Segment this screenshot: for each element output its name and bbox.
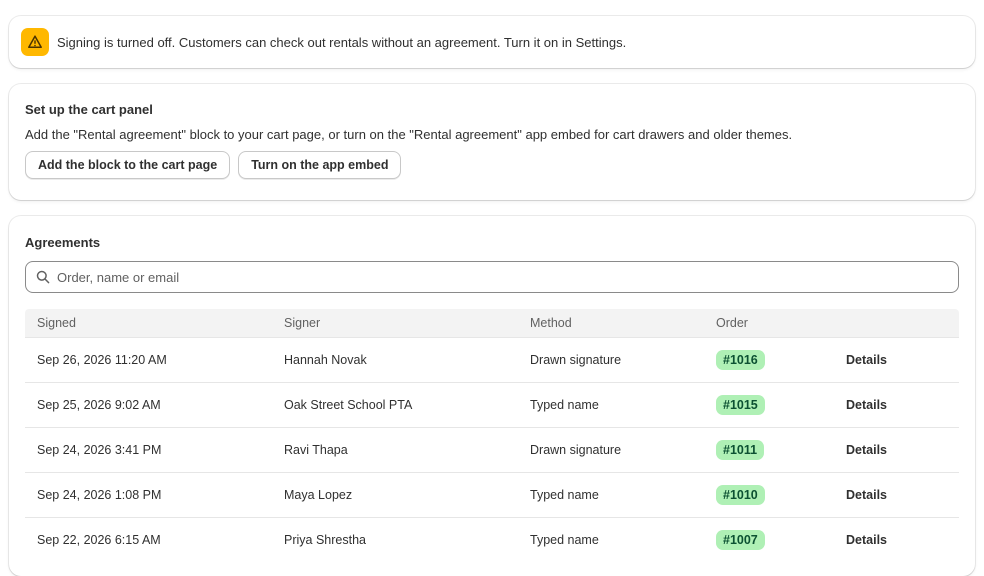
setup-title: Set up the cart panel bbox=[25, 102, 153, 117]
order-badge[interactable]: #1010 bbox=[716, 485, 765, 505]
details-link[interactable]: Details bbox=[846, 488, 887, 502]
column-header-order: Order bbox=[716, 316, 748, 330]
signed-cell: Sep 24, 2026 3:41 PM bbox=[37, 443, 162, 457]
setup-description: Add the "Rental agreement" block to your… bbox=[25, 127, 793, 142]
details-link[interactable]: Details bbox=[846, 353, 887, 367]
setup-cart-panel-card: Set up the cart panel Add the "Rental ag… bbox=[9, 84, 975, 200]
table-row[interactable]: Sep 24, 2026 3:41 PM Ravi Thapa Drawn si… bbox=[25, 427, 959, 472]
search-field[interactable] bbox=[25, 261, 959, 293]
search-icon bbox=[36, 270, 50, 284]
order-badge[interactable]: #1011 bbox=[716, 440, 765, 460]
column-header-signed: Signed bbox=[37, 316, 76, 330]
order-badge[interactable]: #1007 bbox=[716, 530, 765, 550]
method-cell: Drawn signature bbox=[530, 443, 622, 457]
signer-cell: Priya Shrestha bbox=[284, 533, 366, 547]
method-cell: Typed name bbox=[530, 398, 599, 412]
banner-message: Signing is turned off. Customers can che… bbox=[57, 34, 627, 50]
method-cell: Typed name bbox=[530, 533, 599, 547]
signer-cell: Hannah Novak bbox=[284, 353, 367, 367]
agreements-table: Signed Signer Method Order Sep 26, 2026 … bbox=[25, 309, 959, 562]
table-row[interactable]: Sep 25, 2026 9:02 AM Oak Street School P… bbox=[25, 382, 959, 427]
column-header-method: Method bbox=[530, 316, 572, 330]
agreements-title: Agreements bbox=[25, 235, 101, 250]
column-header-signer: Signer bbox=[284, 316, 321, 330]
warning-triangle-icon bbox=[21, 28, 49, 56]
signed-cell: Sep 22, 2026 6:15 AM bbox=[37, 533, 161, 547]
details-link[interactable]: Details bbox=[846, 443, 887, 457]
signer-cell: Ravi Thapa bbox=[284, 443, 348, 457]
order-badge[interactable]: #1015 bbox=[716, 395, 765, 415]
method-cell: Drawn signature bbox=[530, 353, 622, 367]
table-row[interactable]: Sep 24, 2026 1:08 PM Maya Lopez Typed na… bbox=[25, 472, 959, 517]
table-row[interactable]: Sep 22, 2026 6:15 AM Priya Shrestha Type… bbox=[25, 517, 959, 562]
signing-off-banner: Signing is turned off. Customers can che… bbox=[9, 16, 975, 68]
agreements-card: Agreements Signed Signer Method Order Se… bbox=[9, 216, 975, 576]
search-input[interactable] bbox=[57, 269, 917, 285]
order-badge[interactable]: #1016 bbox=[716, 350, 765, 370]
details-link[interactable]: Details bbox=[846, 533, 887, 547]
details-link[interactable]: Details bbox=[846, 398, 887, 412]
setup-button-row: Add the block to the cart page Turn on t… bbox=[25, 151, 959, 179]
table-row[interactable]: Sep 26, 2026 11:20 AM Hannah Novak Drawn… bbox=[25, 337, 959, 382]
signed-cell: Sep 24, 2026 1:08 PM bbox=[37, 488, 162, 502]
add-block-button[interactable]: Add the block to the cart page bbox=[25, 151, 231, 179]
signer-cell: Maya Lopez bbox=[284, 488, 353, 502]
table-header: Signed Signer Method Order bbox=[25, 309, 959, 337]
signed-cell: Sep 25, 2026 9:02 AM bbox=[37, 398, 161, 412]
turn-on-app-embed-button[interactable]: Turn on the app embed bbox=[238, 151, 402, 179]
signer-cell: Oak Street School PTA bbox=[284, 398, 413, 412]
method-cell: Typed name bbox=[530, 488, 599, 502]
signed-cell: Sep 26, 2026 11:20 AM bbox=[37, 353, 167, 367]
